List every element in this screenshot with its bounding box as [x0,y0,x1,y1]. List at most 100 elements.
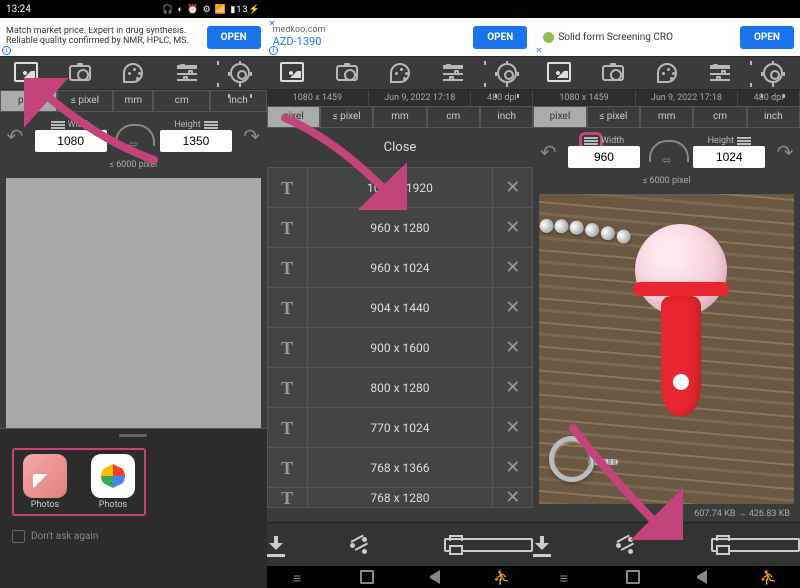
unit-mm[interactable]: mm [373,106,426,128]
redo-button[interactable]: ↷ [241,124,263,148]
size-row[interactable]: T768 x 1280✕ [267,488,534,508]
preview-image[interactable] [539,194,794,504]
gallery-icon [17,65,37,81]
width-input[interactable] [35,130,107,152]
sheet-handle[interactable] [119,434,147,437]
size-list[interactable]: T1080 x 1920✕ T960 x 1280✕ T960 x 1024✕ … [267,168,534,522]
dimension-row: ↶ Width ⬄ Height ↷ [0,112,267,160]
action-bar [533,522,800,566]
ad-info-icon[interactable]: i [2,46,11,55]
width-box: Width [30,120,111,152]
size-row[interactable]: T904 x 1440✕ [267,288,534,328]
dimension-row: ↶ Width ⬄ Height ↷ [533,128,800,176]
unit-cm[interactable]: cm [427,106,480,128]
ad-banner-3[interactable]: Solid form Screening CRO OPEN ✕ [533,18,800,56]
tool-settings[interactable] [487,57,527,89]
text-icon: T [268,168,308,208]
unit-pixel[interactable]: pixel [0,90,57,112]
tool-gallery[interactable] [540,57,580,89]
ad-open-button[interactable]: OPEN [207,26,261,49]
menu-icon-highlighted[interactable] [584,137,598,145]
app-photos-2[interactable]: Photos [86,454,140,510]
size-row[interactable]: T960 x 1024✕ [267,248,534,288]
download-button[interactable] [533,523,622,566]
dont-ask-row[interactable]: Don't ask again [0,522,267,551]
size-row[interactable]: T1080 x 1920✕ [267,168,534,208]
size-row[interactable]: T900 x 1600✕ [267,328,534,368]
unit-mm[interactable]: mm [113,90,153,112]
share-button[interactable] [356,523,445,566]
size-row[interactable]: T800 x 1280✕ [267,368,534,408]
status-icons: 🎧 ◐ ⏰ ⚙ 📶 ▮13⚡ [162,4,261,15]
ad-open-button[interactable]: OPEN [473,26,527,49]
ad-banner-2[interactable]: ✕ i medkoo.com AZD-1390 OPEN [267,18,534,56]
width-label: Width [68,120,91,130]
status-time: 13:24 [6,4,31,15]
undo-button[interactable]: ↶ [4,124,26,148]
app-photos-1[interactable]: Photos [18,454,72,510]
download-button[interactable] [267,523,356,566]
size-row[interactable]: T770 x 1024✕ [267,408,534,448]
menu-icon[interactable] [51,121,65,129]
width-input[interactable] [568,146,640,168]
menu-icon[interactable] [204,121,218,129]
dont-ask-label: Don't ask again [31,531,98,542]
tool-gallery[interactable] [7,57,47,89]
apps-highlight: Photos Photos [12,448,146,516]
toolbar [267,56,534,90]
ad-close-icon[interactable]: ✕ [535,46,542,55]
tool-palette[interactable] [647,57,687,89]
tool-camera[interactable] [327,57,367,89]
meta-date: Jun 9, 2022 17:18 [369,90,471,106]
delete-icon[interactable]: ✕ [492,168,532,208]
size-row[interactable]: T960 x 1280✕ [267,208,534,248]
unit-inch[interactable]: inch [210,90,267,112]
print-button[interactable] [444,523,533,566]
print-button[interactable] [711,523,800,566]
unit-lte-pixel[interactable]: ≤ pixel [57,90,114,112]
unit-tabs: pixel ≤ pixel mm cm inch [267,106,534,128]
height-input[interactable] [693,146,765,168]
tool-sliders[interactable] [167,57,207,89]
dont-ask-checkbox[interactable] [12,530,25,543]
tool-sliders[interactable] [433,57,473,89]
tool-sliders[interactable] [700,57,740,89]
camera-icon [69,65,91,81]
ad-text: medkoo.com AZD-1390 [273,26,474,48]
tool-camera[interactable] [593,57,633,89]
gear-icon [230,63,250,83]
microphone-object [631,224,731,434]
unit-tabs: pixel ≤ pixel mm cm inch [0,90,267,112]
ad-close-icon[interactable]: ✕ [269,19,276,28]
unit-cm[interactable]: cm [153,90,210,112]
image-meta: 1080 x 1459 Jun 9, 2022 17:18 480 dpi [267,90,534,106]
swap-icon[interactable] [115,124,151,136]
menu-icon[interactable] [737,137,751,145]
image-meta: 1080 x 1459Jun 9, 2022 17:18480 dpi [533,90,800,106]
unit-pixel[interactable]: pixel [267,106,320,128]
tool-palette[interactable] [380,57,420,89]
ad-banner-1[interactable]: i Match market price. Expert in drug syn… [0,18,267,56]
size-row[interactable]: T768 x 1366✕ [267,448,534,488]
tool-settings[interactable] [753,57,793,89]
ad-info-icon[interactable]: i [269,46,278,55]
photos-icon [23,454,67,498]
ad-open-button[interactable]: OPEN [740,26,794,49]
tool-palette[interactable] [113,57,153,89]
panel-right: Solid form Screening CRO OPEN ✕ 1080 x 1… [533,0,800,588]
palette-icon [123,63,143,83]
close-button[interactable]: Close [267,128,534,168]
unit-lte-pixel[interactable]: ≤ pixel [320,106,373,128]
max-pixel-info: ≤ 6000 pixel [533,176,800,190]
status-spacer [267,0,534,18]
height-input[interactable] [160,130,232,152]
tool-settings[interactable] [220,57,260,89]
tool-gallery[interactable] [273,57,313,89]
swap-icon[interactable] [649,140,685,152]
undo-button[interactable]: ↶ [537,140,559,164]
redo-button[interactable]: ↷ [774,140,796,164]
tool-camera[interactable] [60,57,100,89]
unit-inch[interactable]: inch [480,106,533,128]
share-button[interactable] [622,523,711,566]
ad-brand-icon [543,32,554,43]
